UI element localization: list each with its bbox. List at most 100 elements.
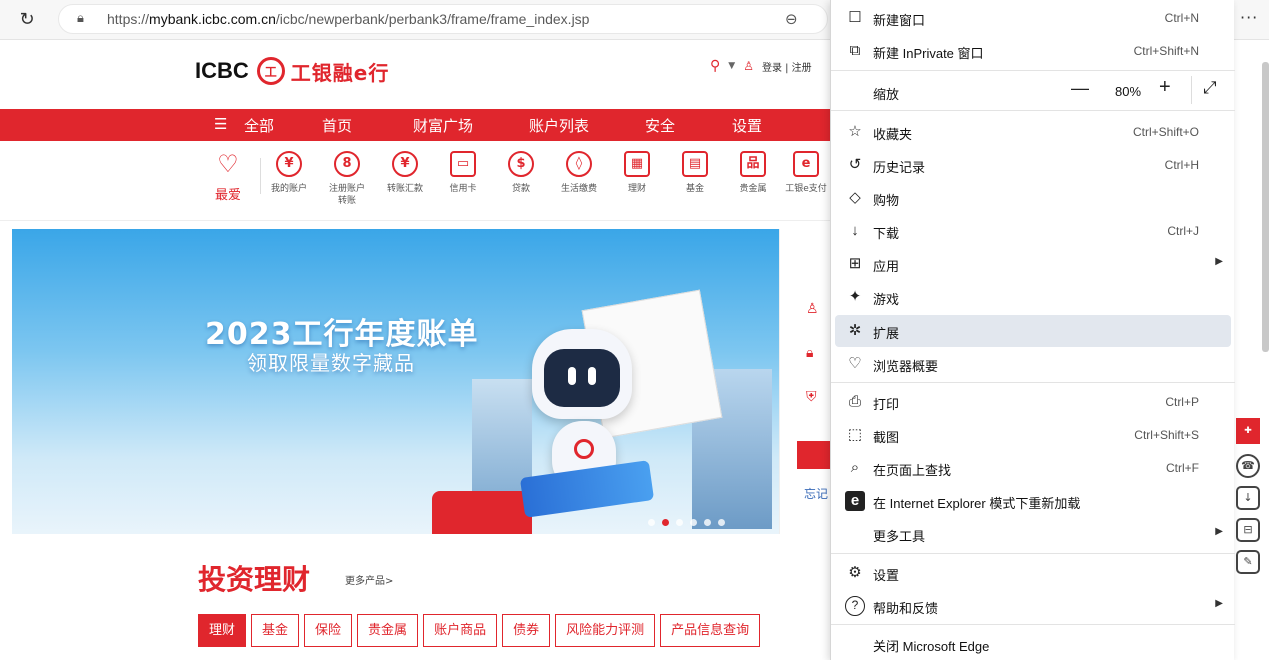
zoom-out-button[interactable]: — xyxy=(1071,78,1089,99)
download-icon[interactable]: ↓ xyxy=(1236,486,1260,510)
gift-box-illustration xyxy=(432,491,532,534)
menu-favorites[interactable]: ☆ 收藏夹 Ctrl+Shift+O xyxy=(831,116,1235,148)
promo-float-icon[interactable]: ✚ xyxy=(1236,418,1260,444)
nav-settings[interactable]: 设置 xyxy=(732,115,762,136)
main-nav: ☰ 全部 首页 财富广场 账户列表 安全 设置 xyxy=(0,109,830,141)
divider xyxy=(260,158,261,194)
invest-tabs: 理财 基金 保险 贵金属 账户商品 债券 风险能力评测 产品信息查询 xyxy=(198,614,761,647)
zoom-indicator-icon[interactable]: ⊖ xyxy=(785,10,798,28)
menu-new-window[interactable]: ☐ 新建窗口 Ctrl+N xyxy=(831,2,1235,34)
menu-new-inprivate[interactable]: ⧉ 新建 InPrivate 窗口 Ctrl+Shift+N xyxy=(831,35,1235,67)
nav-menu-icon[interactable]: ☰ xyxy=(214,115,227,133)
robot-face-illustration xyxy=(544,349,620,407)
more-options-button[interactable]: ··· xyxy=(1240,8,1258,27)
carousel-dot[interactable] xyxy=(690,519,697,526)
quick-precious-metal[interactable]: 品贵金属 xyxy=(728,151,778,195)
menu-ie-mode[interactable]: e 在 Internet Explorer 模式下重新加载 xyxy=(831,485,1235,517)
menu-history[interactable]: ↺ 历史记录 Ctrl+H xyxy=(831,149,1235,181)
carousel-dots[interactable] xyxy=(648,519,725,526)
tag-icon: ◇ xyxy=(849,189,861,206)
tab-wealth[interactable]: 理财 xyxy=(198,614,247,647)
find-icon: ⌕ xyxy=(850,459,860,476)
menu-separator xyxy=(831,624,1235,625)
apps-icon: ⊞ xyxy=(848,255,862,272)
promo-banner[interactable]: 2023工行年度账单 领取限量数字藏品 xyxy=(12,229,779,534)
download-icon: ↓ xyxy=(851,222,859,239)
customer-service-icon[interactable]: ☎ xyxy=(1236,454,1260,478)
icbc-seal-icon: 工 xyxy=(256,57,285,85)
quick-credit-card[interactable]: ▭ 信用卡 xyxy=(438,151,488,195)
menu-downloads[interactable]: ↓ 下载 Ctrl+J xyxy=(831,215,1235,247)
nav-security[interactable]: 安全 xyxy=(645,115,675,136)
menu-find-on-page[interactable]: ⌕ 在页面上查找 Ctrl+F xyxy=(831,452,1235,484)
more-products-link[interactable]: 更多产品> xyxy=(345,572,393,587)
quick-my-account[interactable]: ¥ 我的账户 xyxy=(264,151,314,195)
bar-chart-icon: ▤ xyxy=(682,151,708,177)
menu-help-feedback[interactable]: ? 帮助和反馈 ▶ xyxy=(831,590,1235,622)
carousel-dot[interactable] xyxy=(662,519,669,526)
carousel-dot[interactable] xyxy=(648,519,655,526)
address-bar[interactable]: 🔒︎ https://mybank.icbc.com.cn/icbc/newpe… xyxy=(58,4,828,34)
tab-risk-assessment[interactable]: 风险能力评测 xyxy=(555,614,656,647)
feedback-icon[interactable]: ✎ xyxy=(1236,550,1260,574)
help-icon: ? xyxy=(845,596,865,616)
url-text: https://mybank.icbc.com.cn/icbc/newperba… xyxy=(107,11,590,27)
quick-registered-transfer[interactable]: 8 注册账户转账 xyxy=(322,151,372,207)
nav-accounts[interactable]: 账户列表 xyxy=(529,115,589,136)
banner-subline: 领取限量数字藏品 xyxy=(247,351,415,375)
fullscreen-icon[interactable]: ⤢ xyxy=(1203,78,1217,98)
shield-icon: ⛨ xyxy=(806,389,817,405)
tab-product-query[interactable]: 产品信息查询 xyxy=(660,614,761,647)
carousel-dot[interactable] xyxy=(704,519,711,526)
e-pay-icon: e xyxy=(793,151,819,177)
reload-icon[interactable]: ↻ xyxy=(14,8,40,32)
location-pin-icon[interactable]: ⚲ xyxy=(710,58,720,74)
extensions-puzzle-icon: ✲ xyxy=(848,322,862,339)
quick-wealth-mgmt[interactable]: ▦ 理财 xyxy=(612,151,662,195)
quick-remittance[interactable]: ¥ 转账汇款 xyxy=(380,151,430,195)
menu-shopping[interactable]: ◇ 购物 xyxy=(831,182,1235,214)
inprivate-icon: ⧉ xyxy=(849,42,861,59)
menu-close-edge[interactable]: 关闭 Microsoft Edge xyxy=(831,628,1235,660)
nav-all[interactable]: 全部 xyxy=(244,115,274,136)
chevron-right-icon: ▶ xyxy=(1215,598,1223,609)
heart-pulse-icon: ♡ xyxy=(848,355,862,372)
chevron-right-icon: ▶ xyxy=(1215,256,1223,267)
favorites-shortcut[interactable]: ♡ 最爱 xyxy=(212,152,244,203)
history-icon: ↺ xyxy=(848,156,862,173)
menu-games[interactable]: ✦ 游戏 xyxy=(831,281,1235,313)
scan-icon[interactable]: ⊟ xyxy=(1236,518,1260,542)
divider xyxy=(1191,76,1192,104)
tab-insurance[interactable]: 保险 xyxy=(304,614,353,647)
window-icon: ☐ xyxy=(848,9,862,26)
menu-screenshot[interactable]: ⬚ 截图 Ctrl+Shift+S xyxy=(831,419,1235,451)
tab-precious-metal[interactable]: 贵金属 xyxy=(357,614,419,647)
nav-wealth[interactable]: 财富广场 xyxy=(413,115,473,136)
quick-utilities[interactable]: ◊ 生活缴费 xyxy=(554,151,604,195)
zoom-in-button[interactable]: + xyxy=(1159,76,1171,99)
location-dropdown-icon[interactable]: ▼ xyxy=(728,61,735,71)
menu-settings[interactable]: ⚙ 设置 xyxy=(831,557,1235,589)
quick-loan[interactable]: $ 贷款 xyxy=(496,151,546,195)
scrollbar-thumb[interactable] xyxy=(1262,62,1269,352)
forgot-password-link[interactable]: 忘记 xyxy=(804,485,828,502)
carousel-dot[interactable] xyxy=(718,519,725,526)
quick-fund[interactable]: ▤ 基金 xyxy=(670,151,720,195)
carousel-dot[interactable] xyxy=(676,519,683,526)
quick-e-pay[interactable]: e 工银e支付 xyxy=(782,151,830,195)
menu-more-tools[interactable]: 更多工具 ▶ xyxy=(831,518,1235,550)
games-icon: ✦ xyxy=(848,288,862,305)
menu-browser-essentials[interactable]: ♡ 浏览器概要 xyxy=(831,348,1235,380)
icbc-logo[interactable]: ICBC 工 工银融e行 xyxy=(195,56,389,86)
menu-print[interactable]: ⎙ 打印 Ctrl+P xyxy=(831,386,1235,418)
transfer-icon: 8 xyxy=(334,151,360,177)
menu-apps[interactable]: ⊞ 应用 ▶ xyxy=(831,248,1235,280)
tab-bonds[interactable]: 债券 xyxy=(502,614,551,647)
tab-fund[interactable]: 基金 xyxy=(251,614,300,647)
browser-settings-menu: ☐ 新建窗口 Ctrl+N ⧉ 新建 InPrivate 窗口 Ctrl+Shi… xyxy=(830,0,1235,660)
menu-extensions[interactable]: ✲ 扩展 xyxy=(835,315,1231,347)
calculator-icon: ▦ xyxy=(624,151,650,177)
login-link[interactable]: 登录 | 注册 xyxy=(762,59,812,74)
tab-account-products[interactable]: 账户商品 xyxy=(423,614,498,647)
nav-home[interactable]: 首页 xyxy=(322,115,352,136)
